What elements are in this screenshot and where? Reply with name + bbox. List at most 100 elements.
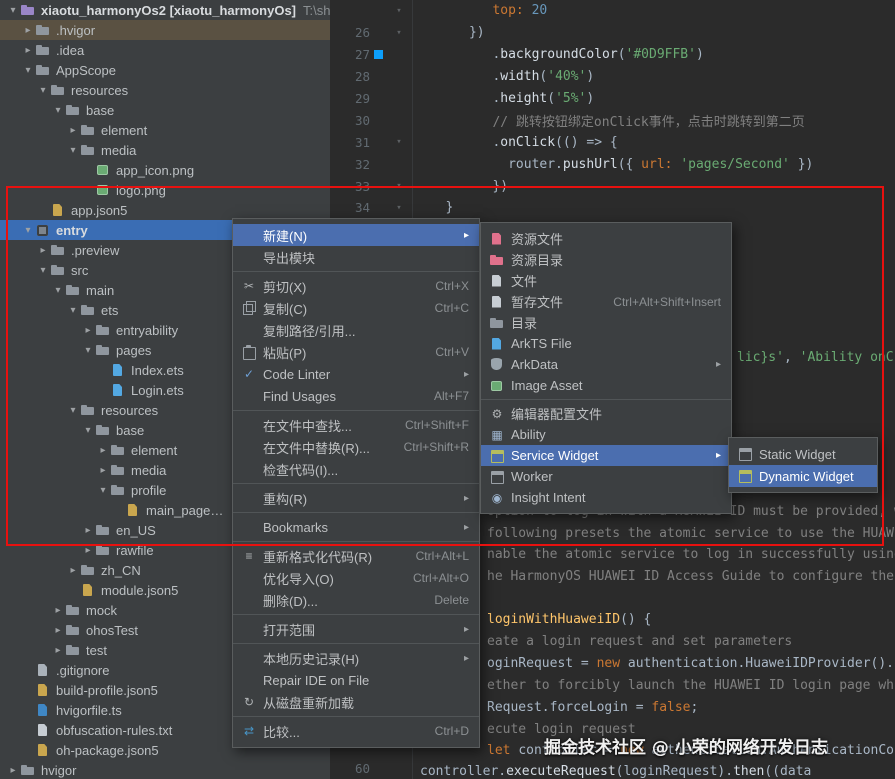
ability-icon: ▦ (491, 427, 503, 442)
menu-item-worker[interactable]: Worker (481, 466, 731, 487)
menu-item-r[interactable]: 在文件中替换(R)... Ctrl+Shift+R (233, 436, 479, 458)
expand-arrow-icon[interactable]: ▸ (66, 125, 80, 136)
collapse-arrow-icon[interactable]: ▾ (81, 425, 95, 436)
menu-item-o[interactable]: 优化导入(O) Ctrl+Alt+O (233, 567, 479, 589)
collapse-arrow-icon[interactable]: ▾ (96, 485, 110, 496)
collapse-arrow-icon[interactable]: ▾ (36, 85, 50, 96)
expand-arrow-icon[interactable]: ▸ (51, 605, 65, 616)
menu-item-item[interactable]: 暂存文件 Ctrl+Alt+Shift+Insert (481, 291, 731, 312)
menu-item-arkts-file[interactable]: ArkTS File (481, 333, 731, 354)
line-number: 26 (354, 25, 370, 41)
menu-item-item[interactable]: 资源目录 (481, 249, 731, 270)
submenu-arrow-icon: ▸ (463, 623, 469, 635)
expand-arrow-icon[interactable]: ▸ (66, 565, 80, 576)
service-widget-submenu: Static Widget Dynamic Widget (728, 437, 878, 493)
tree-item-element[interactable]: ▸ element (0, 120, 330, 140)
menu-item-r[interactable]: ≡ 重新格式化代码(R) Ctrl+Alt+L (233, 545, 479, 567)
collapse-arrow-icon[interactable]: ▾ (51, 105, 65, 116)
collapse-arrow-icon[interactable]: ▾ (21, 65, 35, 76)
expand-arrow-icon[interactable]: ▸ (51, 625, 65, 636)
expand-arrow-icon[interactable]: ▸ (96, 465, 110, 476)
menu-item-dynamic-widget[interactable]: Dynamic Widget (729, 465, 877, 487)
dynamic-widget-icon (737, 469, 753, 483)
expand-arrow-icon[interactable]: ▸ (6, 765, 20, 776)
menu-item-item[interactable]: 复制路径/引用... (233, 319, 479, 341)
gutter-mark-icon[interactable]: ▾ (386, 137, 412, 147)
json-file-icon (50, 203, 66, 217)
expand-arrow-icon[interactable]: ▸ (81, 545, 95, 556)
menu-item-item[interactable]: 打开范围 ▸ (233, 618, 479, 640)
expand-arrow-icon[interactable]: ▸ (96, 445, 110, 456)
menu-item-service-widget[interactable]: Service Widget ▸ (481, 445, 731, 466)
menu-item-find-usages[interactable]: Find Usages Alt+F7 (233, 385, 479, 407)
collapse-arrow-icon[interactable]: ▾ (36, 265, 50, 276)
gutter-mark-icon[interactable]: ▾ (386, 181, 412, 191)
menu-item-insight-intent[interactable]: ◉ Insight Intent (481, 487, 731, 508)
collapse-arrow-icon[interactable]: ▾ (51, 285, 65, 296)
menu-item-d[interactable]: 删除(D)... Delete (233, 589, 479, 611)
collapse-arrow-icon[interactable]: ▾ (66, 305, 80, 316)
json-file-icon (125, 503, 141, 517)
menu-item-item[interactable]: 在文件中查找... Ctrl+Shift+F (233, 414, 479, 436)
expand-arrow-icon[interactable]: ▸ (81, 325, 95, 336)
line-number: 60 (354, 761, 370, 776)
collapse-arrow-icon[interactable]: ▾ (66, 145, 80, 156)
expand-arrow-icon[interactable]: ▸ (36, 245, 50, 256)
menu-item-item[interactable]: ⚙ 编辑器配置文件 (481, 403, 731, 424)
menu-item-ability[interactable]: ▦ Ability (481, 424, 731, 445)
menu-item-code-linter[interactable]: ✓ Code Linter ▸ (233, 363, 479, 385)
menu-item-n[interactable]: 新建(N) ▸ (233, 224, 479, 246)
menu-item-p[interactable]: 粘贴(P) Ctrl+V (233, 341, 479, 363)
collapse-arrow-icon[interactable]: ▾ (66, 405, 80, 416)
menu-item-r[interactable]: 重构(R) ▸ (233, 487, 479, 509)
tree-item-base[interactable]: ▾ base (0, 100, 330, 120)
menu-item-item[interactable]: 导出模块 (233, 246, 479, 268)
tree-item-hvigor[interactable]: ▸ hvigor (0, 760, 330, 779)
tree-item-media[interactable]: ▾ media (0, 140, 330, 160)
menu-item-c[interactable]: 复制(C) Ctrl+C (233, 297, 479, 319)
gutter-mark-icon[interactable]: ▾ (386, 203, 412, 213)
expand-arrow-icon[interactable]: ▸ (51, 645, 65, 656)
menu-item-h[interactable]: 本地历史记录(H) ▸ (233, 647, 479, 669)
folder-icon (20, 763, 36, 777)
tree-item-label: hvigorfile.ts (56, 702, 122, 718)
expand-arrow-icon[interactable]: ▸ (21, 45, 35, 56)
menu-item-item[interactable]: 文件 (481, 270, 731, 291)
menu-item-item[interactable]: ⇄ 比较... Ctrl+D (233, 720, 479, 742)
menu-item-bookmarks[interactable]: Bookmarks ▸ (233, 516, 479, 538)
menu-item-image-asset[interactable]: Image Asset (481, 375, 731, 396)
menu-item-item[interactable]: 目录 (481, 312, 731, 333)
menu-item-item[interactable]: 资源文件 (481, 228, 731, 249)
expand-arrow-icon[interactable]: ▸ (81, 525, 95, 536)
json-file-icon (35, 743, 51, 757)
tree-item-hvigor[interactable]: ▸ .hvigor (0, 20, 330, 40)
expand-arrow-icon[interactable]: ▸ (21, 25, 35, 36)
menu-icon-slot: ↻ (240, 695, 258, 709)
tree-item-idea[interactable]: ▸ .idea (0, 40, 330, 60)
tree-item-app-json5[interactable]: app.json5 (0, 200, 330, 220)
menu-item-x[interactable]: ✂ 剪切(X) Ctrl+X (233, 275, 479, 297)
collapse-arrow-icon[interactable]: ▾ (21, 225, 35, 236)
generic-file-icon (35, 663, 51, 677)
tree-item-app-icon-png[interactable]: app_icon.png (0, 160, 330, 180)
menu-item-label: 重构(R) (263, 491, 308, 507)
editor-lines: ▾ top: 20 26 ▾ }) 27 .backgroundColor('#0D9… (330, 0, 895, 219)
tree-item-appscope[interactable]: ▾ AppScope (0, 60, 330, 80)
menu-item-item[interactable]: ↻ 从磁盘重新加载 (233, 691, 479, 713)
menu-item-repair-ide-on-file[interactable]: Repair IDE on File (233, 669, 479, 691)
menu-item-label: 在文件中查找... (263, 418, 352, 434)
tree-item-label: resources (71, 82, 129, 98)
gutter-mark-icon[interactable]: ▾ (386, 6, 412, 16)
color-preview-swatch[interactable] (373, 50, 383, 60)
tree-item-logo-png[interactable]: logo.png (0, 180, 330, 200)
menu-item-shortcut: Ctrl+Shift+R (403, 440, 469, 454)
tree-item-resources[interactable]: ▾ resources (0, 80, 330, 100)
collapse-arrow-icon[interactable]: ▾ (81, 345, 95, 356)
menu-item-i[interactable]: 检查代码(I)... (233, 458, 479, 480)
collapse-arrow-icon[interactable]: ▾ (6, 5, 20, 16)
gutter-mark-icon[interactable]: ▾ (386, 28, 412, 38)
folder-icon (80, 303, 96, 317)
tree-item-xiaotu-harmonyos2-xiaotu-harmonyos[interactable]: ▾ xiaotu_harmonyOs2 [xiaotu_harmonyOs] T:\… (0, 0, 330, 20)
menu-item-arkdata[interactable]: ArkData ▸ (481, 354, 731, 375)
menu-item-static-widget[interactable]: Static Widget (729, 443, 877, 465)
